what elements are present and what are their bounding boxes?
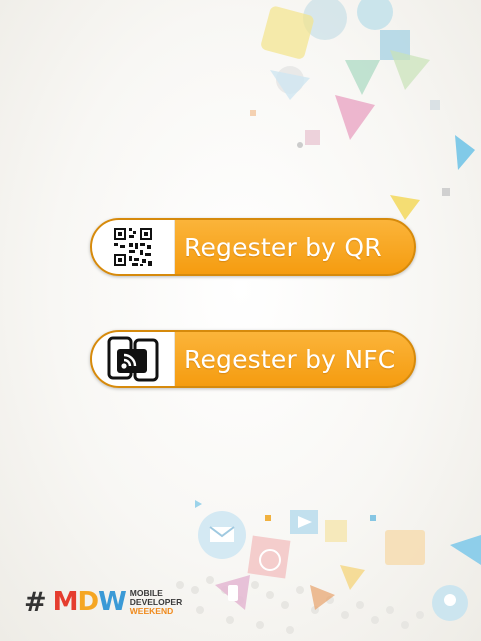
qr-code-icon	[112, 226, 154, 268]
nfc-phones-icon	[107, 336, 159, 382]
nfc-icon-container	[92, 332, 175, 386]
register-by-nfc-label: Regester by NFC	[184, 344, 396, 374]
background-decoration-top	[250, 0, 475, 220]
mdw-logo-text: MOBILE DEVELOPER WEEKEND	[129, 588, 182, 616]
register-by-qr-button[interactable]: Regester by QR	[90, 218, 416, 276]
hashtag-symbol: #	[24, 586, 47, 618]
background-decoration-bottom	[176, 500, 481, 634]
qr-icon-container	[92, 220, 175, 274]
register-by-nfc-button[interactable]: Regester by NFC	[90, 330, 416, 388]
register-by-qr-label: Regester by QR	[184, 232, 382, 262]
mdw-line-weekend: WEEKEND	[129, 605, 174, 616]
mdw-logo: # MDW MOBILE DEVELOPER WEEKEND	[24, 582, 182, 622]
mdw-logo-mark: MDW	[52, 587, 127, 617]
